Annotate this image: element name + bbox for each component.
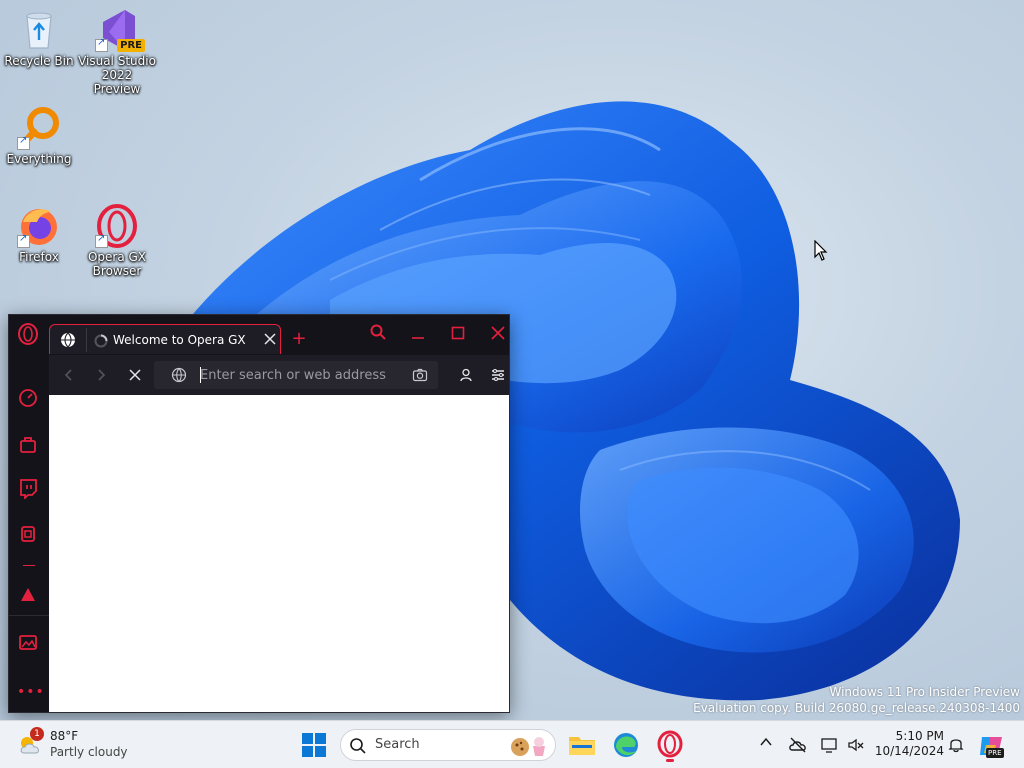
desktop-icon-everything[interactable]: Everything — [0, 106, 78, 166]
firefox-icon — [17, 204, 61, 248]
search-icon — [349, 737, 367, 755]
desktop-icon-label: Recycle Bin — [4, 54, 74, 68]
desktop-icon-firefox[interactable]: Firefox — [0, 204, 78, 264]
copilot-preview-badge: PRE — [986, 748, 1004, 758]
clock-date: 10/14/2024 — [874, 744, 944, 758]
onedrive-offline-icon[interactable] — [788, 735, 808, 755]
globe-icon — [171, 367, 187, 383]
edge-button[interactable] — [610, 729, 642, 761]
running-indicator — [666, 759, 674, 762]
start-button[interactable] — [298, 729, 330, 761]
opera-gx-icon — [657, 730, 683, 758]
opera-gx-taskbar-button[interactable] — [654, 729, 686, 762]
tab-close-icon[interactable] — [262, 331, 278, 347]
desktop-icon-label: Everything — [6, 152, 72, 166]
easy-setup-menu-icon[interactable] — [490, 367, 506, 383]
navigation-toolbar — [49, 355, 509, 395]
tab-bar: Welcome to Opera GX + — [49, 315, 509, 355]
desktop-icon-label: Opera GX Browser — [87, 250, 147, 278]
back-icon[interactable] — [61, 367, 77, 383]
desktop-icon-recycle-bin[interactable]: Recycle Bin — [0, 8, 78, 68]
shopping-bag-icon[interactable] — [17, 433, 39, 455]
sidebar-divider — [23, 565, 35, 566]
stop-loading-icon[interactable] — [127, 367, 143, 383]
minimize-icon[interactable] — [406, 323, 430, 347]
system-clock[interactable]: 5:10 PM 10/14/2024 — [868, 729, 944, 759]
weather-condition: Partly cloudy — [50, 745, 128, 759]
new-tab-icon[interactable]: + — [287, 327, 311, 351]
notification-bell-icon[interactable] — [946, 735, 966, 755]
twitch-icon[interactable] — [17, 477, 39, 501]
camera-icon[interactable] — [412, 367, 428, 383]
edge-icon — [614, 733, 638, 757]
page-content-area[interactable] — [49, 395, 509, 712]
maximize-icon[interactable] — [446, 323, 470, 347]
taskbar: 1 88°F Partly cloudy Search 5:10 PM 10/1… — [0, 720, 1024, 768]
windows-logo-icon — [302, 733, 326, 757]
speed-dial-icon[interactable] — [17, 387, 39, 409]
shortcut-arrow-icon — [95, 233, 108, 248]
everything-search-icon — [17, 106, 61, 150]
file-explorer-button[interactable] — [566, 729, 598, 761]
copilot-button[interactable]: PRE — [976, 731, 1006, 761]
folder-icon — [569, 737, 595, 755]
globe-icon — [60, 332, 76, 348]
opera-sidebar: ••• — [9, 315, 49, 712]
tab-separator — [86, 328, 87, 352]
chevron-up-icon[interactable] — [756, 735, 776, 755]
watermark-line-1: Windows 11 Pro Insider Preview — [829, 685, 1020, 699]
address-bar[interactable] — [154, 361, 438, 389]
desktop-icon-label: Firefox — [19, 250, 59, 264]
shortcut-arrow-icon — [17, 135, 30, 150]
mouse-cursor — [814, 239, 828, 266]
preview-badge: PRE — [117, 39, 145, 52]
desktop-icon-label: Visual Studio 2022 Preview — [78, 54, 156, 96]
evaluation-watermark: Windows 11 Pro Insider Preview Evaluatio… — [693, 684, 1020, 716]
gx-control-icon[interactable] — [17, 523, 39, 545]
gallery-icon[interactable] — [17, 631, 39, 653]
close-icon[interactable] — [486, 323, 510, 347]
taskbar-search-box[interactable]: Search — [340, 729, 556, 761]
notification-badge: 1 — [30, 727, 44, 741]
loading-spinner-icon — [94, 333, 108, 348]
search-label: Search — [375, 737, 420, 752]
desktop-icon-visual-studio[interactable]: PRE Visual Studio 2022 Preview — [78, 8, 156, 96]
tab-title: Welcome to Opera GX — [113, 333, 246, 347]
more-icon[interactable]: ••• — [17, 681, 44, 703]
opera-gx-window: ••• Welcome to Opera GX + — [8, 314, 510, 713]
desktop-icon-opera-gx[interactable]: Opera GX Browser — [78, 204, 156, 278]
network-icon[interactable] — [820, 735, 840, 755]
opera-gx-icon — [95, 204, 139, 248]
search-highlight-icon — [509, 734, 549, 758]
recycle-bin-icon — [17, 8, 61, 52]
address-input[interactable] — [200, 366, 396, 384]
sidebar-divider — [9, 615, 49, 616]
watermark-line-2: Evaluation copy. Build 26080.ge_release.… — [693, 701, 1020, 715]
volume-muted-icon[interactable] — [846, 735, 866, 755]
opera-logo-icon[interactable] — [17, 323, 39, 345]
clock-time: 5:10 PM — [895, 729, 944, 743]
account-icon[interactable] — [458, 367, 474, 383]
weather-temperature: 88°F — [50, 729, 79, 743]
visual-studio-icon: PRE — [95, 8, 145, 52]
search-tabs-icon[interactable] — [366, 323, 390, 347]
tab-welcome[interactable]: Welcome to Opera GX — [49, 324, 281, 354]
gx-corner-icon[interactable] — [17, 583, 39, 605]
shortcut-arrow-icon — [17, 233, 30, 248]
shortcut-arrow-icon — [95, 37, 108, 52]
forward-icon[interactable] — [93, 367, 109, 383]
